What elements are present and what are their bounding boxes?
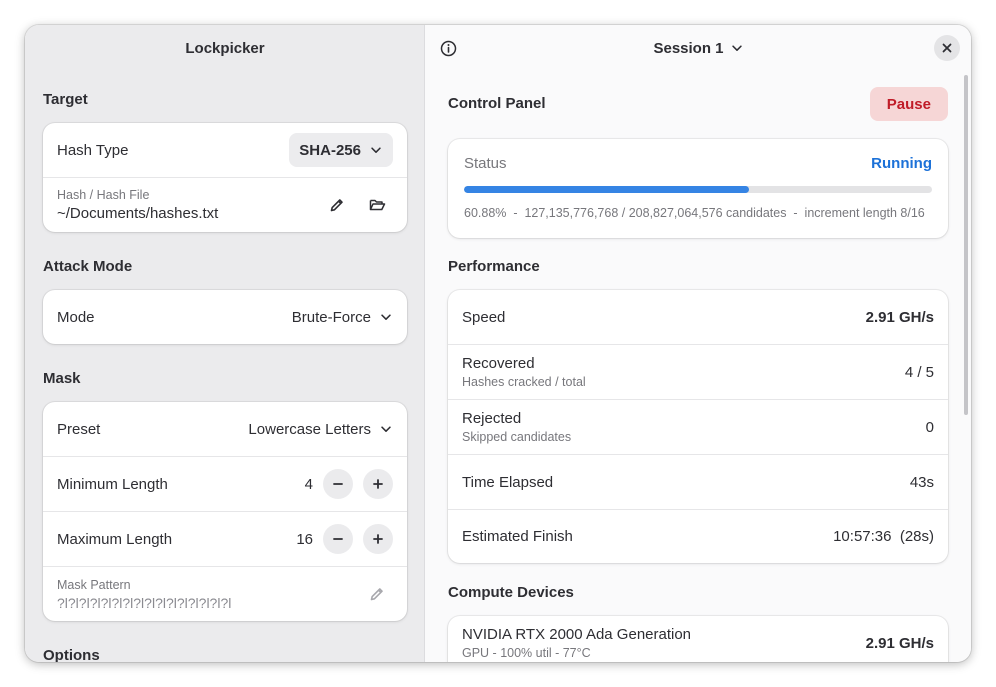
sidebar-title: Lockpicker [185,39,265,57]
rejected-sub: Skipped candidates [462,430,572,444]
mode-dropdown[interactable]: Brute-Force [292,309,393,326]
status-card: Status Running 60.88% - 127,135,776,768 … [448,139,948,238]
section-title-target: Target [43,91,88,108]
chevron-down-icon [381,314,391,320]
max-length-value[interactable]: 16 [293,531,313,548]
preset-row[interactable]: Preset Lowercase Letters [43,402,407,456]
hash-type-dropdown[interactable]: SHA-256 [289,133,393,167]
progress-text: 60.88% - 127,135,776,768 / 208,827,064,5… [464,206,925,220]
recovered-sub: Hashes cracked / total [462,375,586,389]
min-length-increment-button[interactable] [363,469,393,499]
hash-type-value: SHA-256 [299,141,361,159]
min-length-row: Minimum Length 4 [43,456,407,511]
chevron-down-icon [731,45,742,51]
preset-label: Preset [57,420,101,438]
mask-pattern-value: ?l?l?l?l?l?l?l?l?l?l?l?l?l?l?l?l [57,594,232,611]
max-length-label: Maximum Length [57,530,173,548]
max-length-decrement-button[interactable] [323,524,353,554]
session-menu-button[interactable]: Session 1 [426,25,971,71]
max-length-row: Maximum Length 16 [43,511,407,566]
hash-type-row: Hash Type SHA-256 [43,123,407,177]
min-length-value[interactable]: 4 [293,476,313,493]
section-title-mask: Mask [43,370,81,387]
hash-file-row[interactable]: Hash / Hash File ~/Documents/hashes.txt [43,177,407,232]
mask-card: Preset Lowercase Letters Minimum Length … [43,402,407,621]
device-name: NVIDIA RTX 2000 Ada Generation [462,626,692,643]
mode-label: Mode [57,308,95,326]
status-label: Status [464,155,507,172]
min-length-label: Minimum Length [57,475,168,493]
chevron-down-icon [381,426,391,432]
devices-card: NVIDIA RTX 2000 Ada Generation GPU - 100… [448,616,948,662]
minus-icon [333,538,343,540]
device-row: NVIDIA RTX 2000 Ada Generation GPU - 100… [448,616,948,662]
elapsed-label: Time Elapsed [462,473,554,491]
main-content: Session 1 Control Panel Pause Status Run… [426,25,971,662]
scrollbar[interactable] [964,75,968,415]
finish-row: Estimated Finish 10:57:36 (28s) [448,509,948,563]
preset-value: Lowercase Letters [248,420,371,438]
mode-value: Brute-Force [291,308,371,326]
app-window: Lockpicker Target Hash Type SHA-256 Hash… [25,25,971,662]
progress-fill [464,186,749,193]
plus-icon [373,534,383,544]
device-speed: 2.91 GH/s [865,634,934,652]
elapsed-value: 43s [909,473,934,491]
open-file-button[interactable] [361,189,393,221]
performance-card: Speed 2.91 GH/s Recovered Hashes cracked… [448,290,948,563]
plus-icon [373,479,383,489]
folder-open-icon [369,199,385,211]
target-card: Hash Type SHA-256 Hash / Hash File ~/Doc… [43,123,407,232]
progress-bar [464,186,932,193]
hash-type-label: Hash Type [57,141,129,159]
session-title: Session 1 [653,39,724,57]
preset-dropdown[interactable]: Lowercase Letters [248,421,393,438]
recovered-value: 4 / 5 [904,363,934,381]
min-length-decrement-button[interactable] [323,469,353,499]
section-title-performance: Performance [448,258,540,275]
section-title-options: Options [43,647,100,662]
finish-label: Estimated Finish [462,528,573,545]
rejected-label: Rejected [462,410,522,427]
recovered-label: Recovered [462,355,535,372]
max-length-increment-button[interactable] [363,524,393,554]
close-button[interactable] [934,35,960,61]
speed-value: 2.91 GH/s [865,308,934,326]
speed-row: Speed 2.91 GH/s [448,290,948,344]
mask-pattern-caption: Mask Pattern [57,577,131,592]
rejected-value: 0 [925,418,934,436]
pause-button[interactable]: Pause [869,87,948,121]
status-value: Running [871,155,932,172]
rejected-row: Rejected Skipped candidates 0 [448,399,948,454]
recovered-row: Recovered Hashes cracked / total 4 / 5 [448,344,948,399]
content-header: Session 1 [426,25,971,71]
pencil-icon [370,588,383,601]
pencil-icon [330,199,343,212]
info-icon [440,40,456,56]
close-icon [942,43,952,53]
section-title-attack-mode: Attack Mode [43,258,133,275]
speed-label: Speed [462,308,506,326]
info-button[interactable] [438,38,458,58]
chevron-down-icon [371,147,381,153]
elapsed-row: Time Elapsed 43s [448,454,948,509]
section-title-control-panel: Control Panel [448,95,546,112]
mask-pattern-row: Mask Pattern ?l?l?l?l?l?l?l?l?l?l?l?l?l?… [43,566,407,621]
edit-hash-button[interactable] [321,189,353,221]
attack-mode-card: Mode Brute-Force [43,290,407,344]
hash-file-value: ~/Documents/hashes.txt [57,205,219,222]
mode-row[interactable]: Mode Brute-Force [43,290,407,344]
hash-file-caption: Hash / Hash File [57,188,150,202]
edit-mask-button [361,578,393,610]
finish-value: 10:57:36 (28s) [833,528,934,545]
minus-icon [333,483,343,485]
device-detail: GPU - 100% util - 77°C [462,646,591,660]
section-title-compute-devices: Compute Devices [448,584,574,601]
sidebar: Lockpicker Target Hash Type SHA-256 Hash… [25,25,425,662]
